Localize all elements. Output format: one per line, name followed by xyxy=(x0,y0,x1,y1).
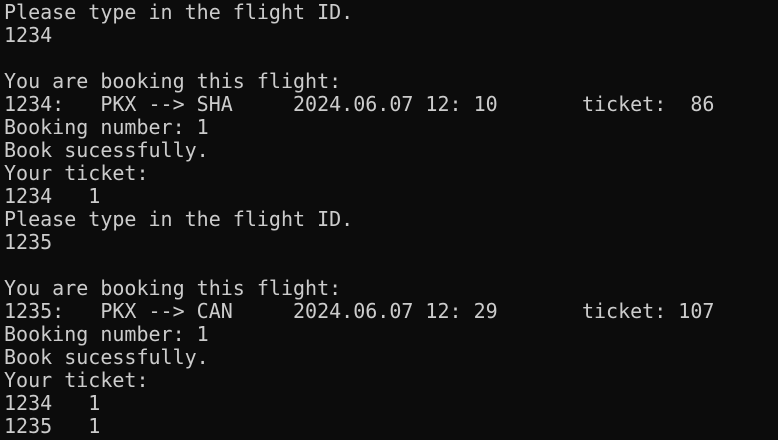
output-line: Your ticket: xyxy=(4,161,149,185)
ticket-line: 1234 1 xyxy=(4,391,101,415)
input-line: 1235 xyxy=(4,230,53,254)
output-line: Booking number: 1 xyxy=(4,115,209,139)
terminal-output[interactable]: Please type in the flight ID. 1234 You a… xyxy=(0,0,778,440)
output-line: Book sucessfully. xyxy=(4,345,209,369)
output-line: Booking number: 1 xyxy=(4,322,209,346)
output-line: Please type in the flight ID. xyxy=(4,0,354,24)
flight-detail-line: 1234: PKX --> SHA 2024.06.07 12: 10 tick… xyxy=(4,92,715,116)
output-line: You are booking this flight: xyxy=(4,276,342,300)
output-line: Your ticket: xyxy=(4,368,149,392)
output-line: Book sucessfully. xyxy=(4,138,209,162)
output-line: Please type in the flight ID. xyxy=(4,207,354,231)
flight-detail-line: 1235: PKX --> CAN 2024.06.07 12: 29 tick… xyxy=(4,299,715,323)
ticket-line: 1234 1 xyxy=(4,184,101,208)
output-line: You are booking this flight: xyxy=(4,69,342,93)
input-line: 1234 xyxy=(4,23,53,47)
ticket-line: 1235 1 xyxy=(4,414,101,438)
